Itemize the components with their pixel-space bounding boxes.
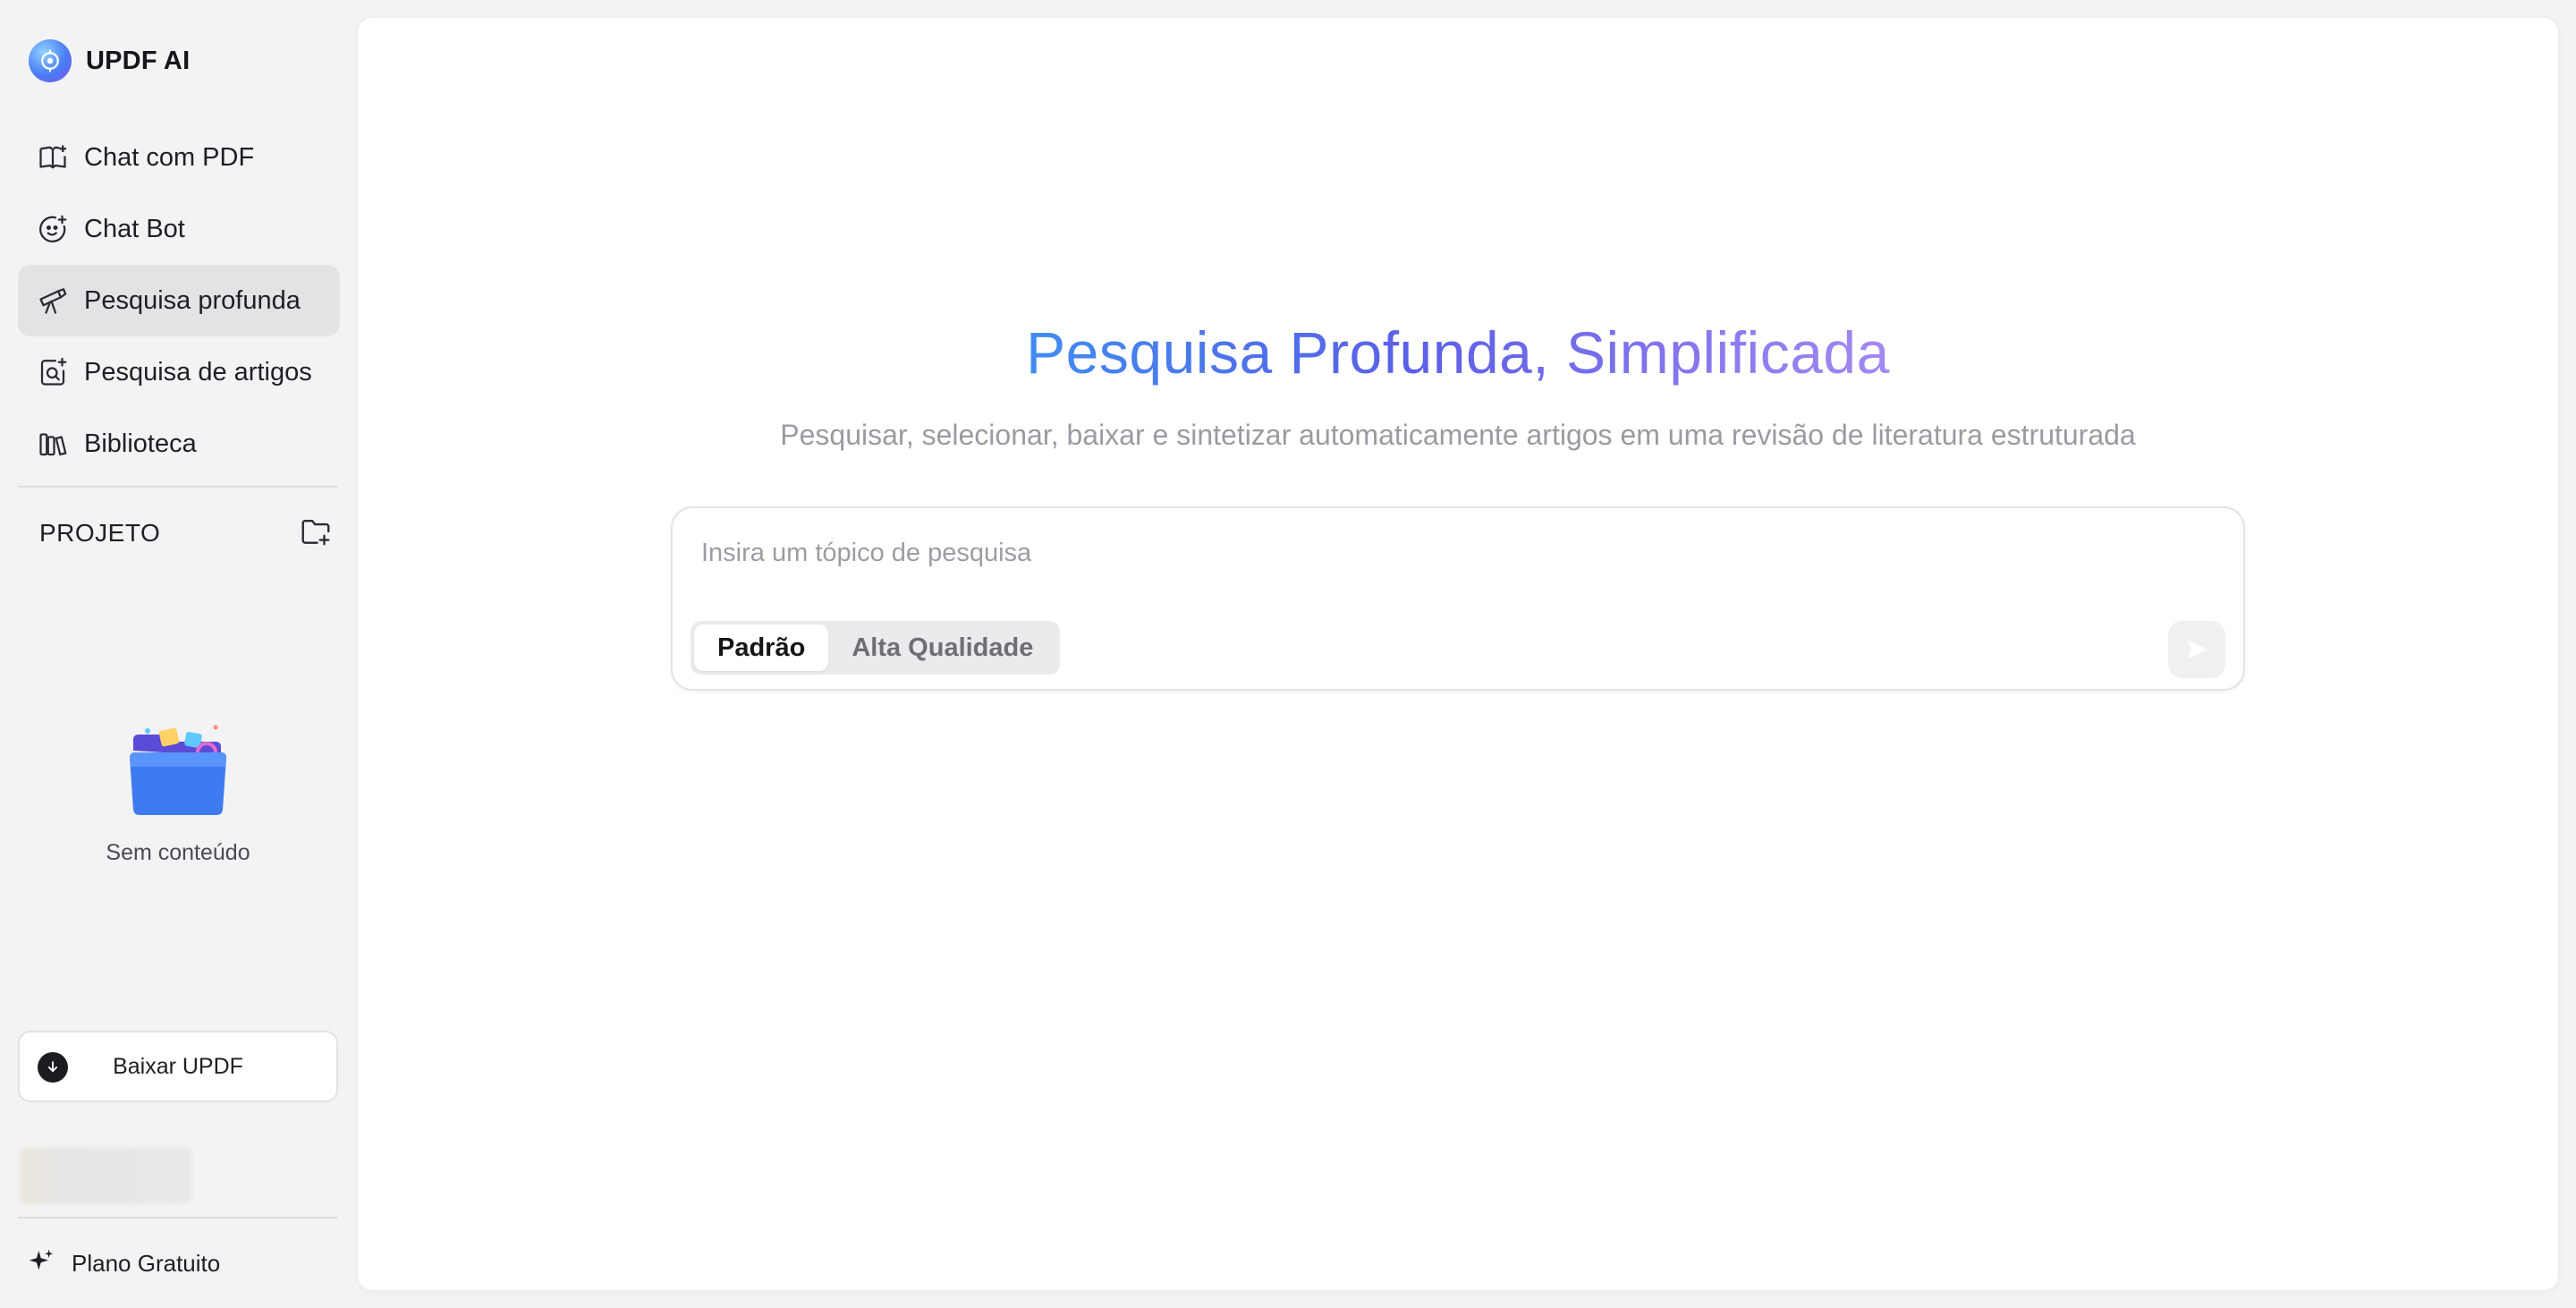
sidebar-item-label: Biblioteca	[84, 429, 197, 458]
main-panel: Pesquisa Profunda, Simplificada Pesquisa…	[358, 18, 2558, 1290]
quality-mode-toggle: Padrão Alta Qualidade	[691, 621, 1061, 675]
sidebar-item-label: Pesquisa de artigos	[84, 357, 312, 386]
library-icon	[36, 427, 70, 461]
document-search-icon	[36, 355, 70, 389]
page-title-text: Pesquisa Profunda, Simplificada	[1026, 319, 1890, 386]
project-header: PROJETO	[39, 514, 333, 553]
sidebar-item-pesquisa-de-artigos[interactable]: Pesquisa de artigos	[18, 336, 340, 408]
sparkle-icon	[27, 1247, 55, 1280]
sidebar-item-chat-bot[interactable]: Chat Bot	[18, 193, 340, 265]
project-label: PROJETO	[39, 519, 161, 547]
sidebar: UPDF AI Chat com PDF Chat Bot Pesquisa p…	[0, 0, 356, 1308]
download-updf-button[interactable]: Baixar UPDF	[18, 1031, 338, 1102]
mode-option-padrao[interactable]: Padrão	[694, 624, 829, 671]
mode-option-alta-qualidade[interactable]: Alta Qualidade	[828, 624, 1056, 671]
brand-name: UPDF AI	[86, 46, 191, 75]
user-account-blurred[interactable]	[20, 1147, 191, 1204]
sidebar-item-label: Pesquisa profunda	[84, 285, 301, 315]
page-title: Pesquisa Profunda, Simplificada	[358, 319, 2558, 386]
open-book-icon	[36, 140, 70, 174]
research-topic-input[interactable]	[699, 530, 2134, 576]
bot-face-icon	[36, 212, 70, 246]
page-subtitle: Pesquisar, selecionar, baixar e sintetiz…	[780, 419, 2136, 451]
sidebar-item-label: Chat com PDF	[84, 142, 255, 172]
folder-add-icon[interactable]	[299, 514, 333, 553]
plan-label: Plano Gratuito	[72, 1249, 221, 1277]
sidebar-item-chat-com-pdf[interactable]: Chat com PDF	[18, 122, 340, 193]
send-arrow-icon	[2188, 640, 2207, 659]
sidebar-divider	[18, 1217, 338, 1219]
project-empty-state: Sem conteúdo	[18, 720, 338, 866]
sidebar-item-pesquisa-profunda[interactable]: Pesquisa profunda	[18, 265, 340, 336]
empty-state-text: Sem conteúdo	[106, 840, 250, 865]
empty-folder-icon	[121, 720, 235, 819]
plan-status[interactable]: Plano Gratuito	[27, 1245, 220, 1281]
sidebar-nav: Chat com PDF Chat Bot Pesquisa profunda …	[18, 122, 340, 480]
telescope-icon	[36, 284, 70, 318]
research-search-box: Padrão Alta Qualidade	[671, 506, 2245, 691]
sidebar-divider	[18, 486, 338, 488]
sidebar-item-biblioteca[interactable]: Biblioteca	[18, 408, 340, 480]
brand[interactable]: UPDF AI	[29, 38, 190, 84]
updf-ai-logo-icon	[29, 39, 72, 82]
send-button[interactable]	[2168, 621, 2225, 678]
download-icon	[38, 1052, 68, 1083]
sidebar-item-label: Chat Bot	[84, 214, 185, 243]
